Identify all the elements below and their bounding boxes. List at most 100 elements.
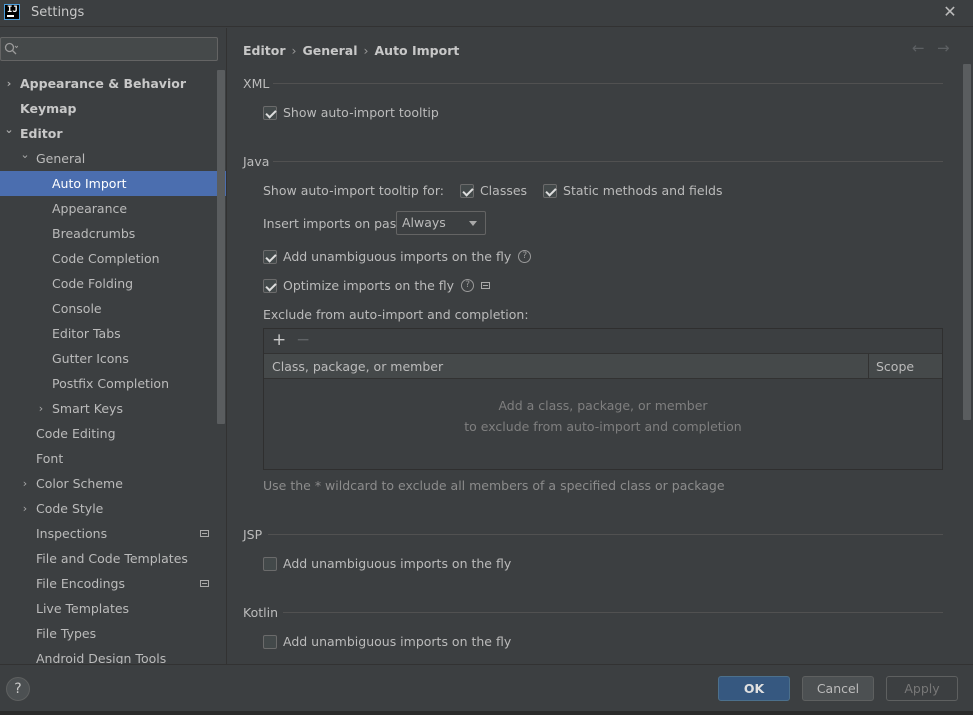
chevron-down-icon[interactable]: ⌄: [4, 121, 14, 146]
breadcrumb-general: General: [302, 43, 358, 58]
sidebar-item-code-style[interactable]: › Code Style: [0, 496, 226, 521]
sidebar-item-file-and-code-templates[interactable]: File and Code Templates: [0, 546, 226, 571]
breadcrumb-separator: ›: [291, 43, 297, 58]
section-title-kotlin: Kotlin: [243, 605, 278, 620]
sidebar-item-label: Android Design Tools: [36, 651, 167, 664]
insert-imports-dropdown[interactable]: Always: [396, 211, 486, 235]
sidebar-item-android-design-tools[interactable]: Android Design Tools: [0, 646, 226, 664]
sidebar-item-label: Postfix Completion: [52, 376, 169, 391]
sidebar-item-label: File Types: [36, 626, 97, 641]
sidebar-item-file-encodings[interactable]: File Encodings: [0, 571, 226, 596]
sidebar-item-live-templates[interactable]: Live Templates: [0, 596, 226, 621]
java-classes-label: Classes: [479, 183, 528, 198]
java-add-unambiguous-option[interactable]: Add unambiguous imports on the fly ?: [263, 249, 532, 264]
jsp-add-unambiguous-checkbox[interactable]: [263, 556, 277, 571]
chevron-right-icon[interactable]: ›: [36, 396, 46, 421]
wildcard-hint: Use the * wildcard to exclude all member…: [263, 478, 725, 493]
java-static-methods-checkbox[interactable]: [543, 183, 558, 198]
apply-button[interactable]: Apply: [886, 676, 958, 701]
sidebar-item-keymap[interactable]: Keymap: [0, 96, 226, 121]
settings-tree: › Appearance & Behavior Keymap ⌄ Editor ⌄ Gene…: [0, 71, 226, 664]
xml-show-tooltip-option[interactable]: Show auto-import tooltip: [263, 105, 439, 120]
sidebar-item-color-scheme[interactable]: › Color Scheme: [0, 471, 226, 496]
sidebar-item-general[interactable]: ⌄ General: [0, 146, 226, 171]
sidebar-item-file-types[interactable]: File Types: [0, 621, 226, 646]
sidebar-item-smart-keys[interactable]: › Smart Keys: [0, 396, 226, 421]
remove-icon[interactable]: −: [296, 330, 310, 350]
help-icon[interactable]: ?: [461, 279, 475, 292]
sidebar-item-label: File Encodings: [36, 576, 126, 591]
table-header: Class, package, or member Scope: [264, 354, 942, 379]
sidebar-item-label: Live Templates: [36, 601, 130, 616]
sidebar-item-label: Code Folding: [52, 276, 134, 291]
sidebar-item-console[interactable]: Console: [0, 296, 226, 321]
sidebar-item-code-folding[interactable]: Code Folding: [0, 271, 226, 296]
chevron-right-icon[interactable]: ›: [4, 71, 14, 96]
kotlin-add-unambiguous-checkbox[interactable]: [263, 634, 277, 649]
window-bottom-edge: [0, 711, 973, 715]
jsp-add-unambiguous-label: Add unambiguous imports on the fly: [283, 556, 512, 571]
forward-arrow-icon[interactable]: →: [937, 39, 950, 57]
sidebar-item-inspections[interactable]: Inspections: [0, 521, 226, 546]
column-header-scope[interactable]: Scope: [868, 354, 943, 378]
close-icon[interactable]: ✕: [941, 3, 959, 21]
java-optimize-imports-label: Optimize imports on the fly: [283, 278, 455, 293]
sidebar-item-breadcrumbs[interactable]: Breadcrumbs: [0, 221, 226, 246]
search-icon: [4, 42, 18, 55]
sidebar-item-appearance-behavior[interactable]: › Appearance & Behavior: [0, 71, 226, 96]
back-arrow-icon[interactable]: ←: [912, 39, 925, 57]
section-title-java: Java: [243, 154, 270, 169]
sidebar-item-label: File and Code Templates: [36, 551, 188, 566]
sidebar-item-postfix-completion[interactable]: Postfix Completion: [0, 371, 226, 396]
sidebar-item-editor[interactable]: ⌄ Editor: [0, 121, 226, 146]
sidebar-item-editor-tabs[interactable]: Editor Tabs: [0, 321, 226, 346]
breadcrumb-editor: Editor: [243, 43, 286, 58]
sidebar-item-code-completion[interactable]: Code Completion: [0, 246, 226, 271]
section-divider: [283, 612, 943, 613]
sidebar-item-label: Smart Keys: [52, 401, 123, 416]
breadcrumb: Editor › General › Auto Import: [243, 43, 459, 58]
sidebar-item-label: Code Style: [36, 501, 104, 516]
xml-show-tooltip-checkbox[interactable]: [263, 105, 277, 120]
cancel-button[interactable]: Cancel: [802, 676, 874, 701]
settings-content: Editor › General › Auto Import ← → XML Show …: [228, 28, 973, 664]
insert-imports-label: Insert imports on paste:: [263, 216, 414, 231]
help-button[interactable]: ?: [6, 677, 30, 701]
java-add-unambiguous-label: Add unambiguous imports on the fly: [283, 249, 512, 264]
intellij-logo-icon: IJ: [4, 4, 20, 20]
java-optimize-imports-option[interactable]: Optimize imports on the fly ?: [263, 278, 491, 293]
dialog-footer: ? OK Cancel Apply: [0, 664, 973, 715]
kotlin-add-unambiguous-label: Add unambiguous imports on the fly: [283, 634, 512, 649]
sidebar-item-code-editing[interactable]: Code Editing: [0, 421, 226, 446]
search-input[interactable]: [0, 37, 218, 61]
project-scope-icon: [481, 282, 491, 289]
sidebar-item-auto-import[interactable]: Auto Import: [0, 171, 226, 196]
chevron-down-icon[interactable]: ⌄: [20, 146, 30, 171]
add-icon[interactable]: +: [272, 330, 286, 350]
exclude-label: Exclude from auto-import and completion:: [263, 307, 529, 322]
chevron-right-icon[interactable]: ›: [20, 496, 30, 521]
kotlin-add-unambiguous-option[interactable]: Add unambiguous imports on the fly: [263, 634, 511, 649]
java-tooltip-for-label: Show auto-import tooltip for:: [263, 183, 444, 198]
exclude-table: + − Class, package, or member Scope Add …: [263, 328, 943, 470]
java-classes-checkbox[interactable]: [459, 183, 474, 198]
sidebar-scrollbar[interactable]: [217, 70, 225, 424]
sidebar-item-appearance[interactable]: Appearance: [0, 196, 226, 221]
content-scrollbar[interactable]: [963, 64, 971, 420]
section-divider: [273, 83, 943, 84]
sidebar-item-label: Gutter Icons: [52, 351, 129, 366]
sidebar-item-label: Keymap: [20, 101, 77, 116]
xml-show-tooltip-label: Show auto-import tooltip: [283, 105, 439, 120]
chevron-right-icon[interactable]: ›: [20, 471, 30, 496]
java-add-unambiguous-checkbox[interactable]: [263, 249, 277, 264]
help-icon[interactable]: ?: [518, 250, 532, 263]
jsp-add-unambiguous-option[interactable]: Add unambiguous imports on the fly: [263, 556, 511, 571]
sidebar-item-label: Appearance & Behavior: [20, 76, 186, 91]
sidebar-item-font[interactable]: Font: [0, 446, 226, 471]
settings-sidebar: › Appearance & Behavior Keymap ⌄ Editor ⌄ Gene…: [0, 28, 227, 664]
sidebar-item-gutter-icons[interactable]: Gutter Icons: [0, 346, 226, 371]
java-optimize-imports-checkbox[interactable]: [263, 278, 277, 293]
column-header-class[interactable]: Class, package, or member: [272, 359, 443, 374]
sidebar-item-label: Appearance: [52, 201, 128, 216]
ok-button[interactable]: OK: [718, 676, 790, 701]
